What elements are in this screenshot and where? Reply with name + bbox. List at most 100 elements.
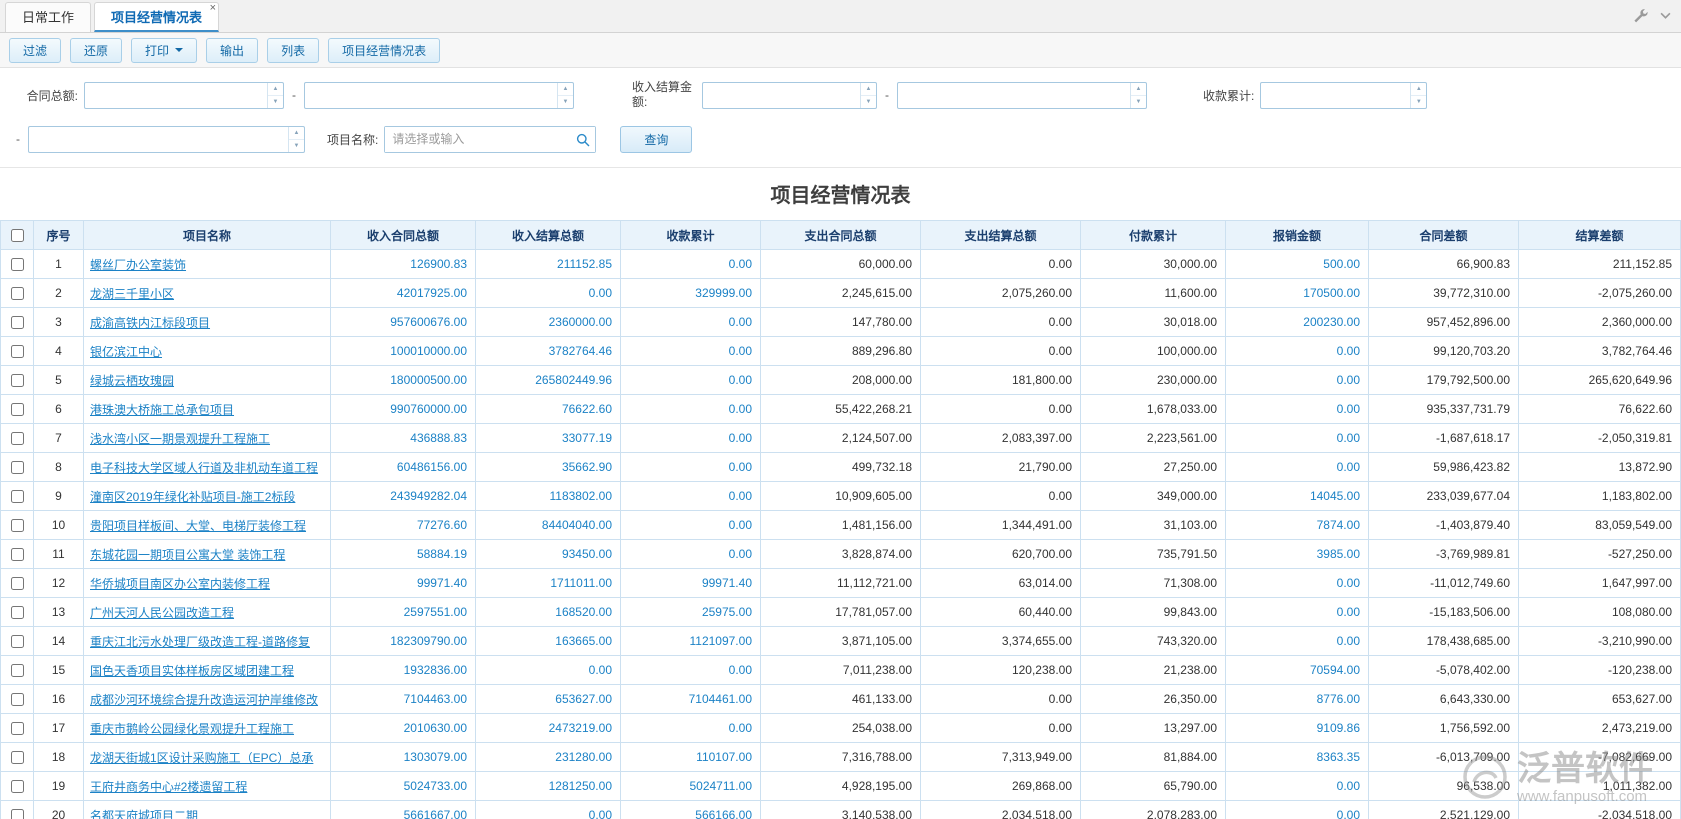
cell-income-settlement-total[interactable]: 76622.60: [475, 394, 621, 424]
cell-income-settlement-total[interactable]: 84404040.00: [475, 510, 621, 540]
cell-reimbursement[interactable]: 0.00: [1225, 800, 1369, 819]
contract-total-max-input[interactable]: ▲ ▼: [304, 81, 574, 109]
cell-receipt-total[interactable]: 566166.00: [620, 800, 761, 819]
cell-reimbursement[interactable]: 0.00: [1225, 452, 1369, 482]
cell-income-contract-total[interactable]: 58884.19: [330, 539, 476, 569]
close-icon[interactable]: ×: [210, 3, 216, 14]
query-button[interactable]: 查询: [620, 125, 693, 153]
cell-project-name[interactable]: 港珠澳大桥施工总承包项目: [83, 394, 331, 424]
cell-income-settlement-total[interactable]: 0.00: [475, 278, 621, 308]
cell-reimbursement[interactable]: 0.00: [1225, 771, 1369, 801]
cell-receipt-total[interactable]: 0.00: [620, 423, 761, 453]
search-icon[interactable]: [576, 133, 590, 150]
cell-project-name[interactable]: 重庆江北污水处理厂级改造工程-道路修复: [83, 626, 331, 656]
cell-project-name[interactable]: 电子科技大学区域人行道及非机动车道工程: [83, 452, 331, 482]
cell-receipt-total[interactable]: 329999.00: [620, 278, 761, 308]
row-checkbox[interactable]: [10, 693, 24, 707]
cell-reimbursement[interactable]: 200230.00: [1225, 307, 1369, 337]
cell-project-name[interactable]: 成都沙河环境综合提升改造运河护岸维修改: [83, 684, 331, 714]
cell-reimbursement[interactable]: 9109.86: [1225, 713, 1369, 743]
report-view-button[interactable]: 项目经营情况表: [328, 37, 441, 63]
income-settlement-min-field[interactable]: [703, 82, 876, 108]
project-name-search-input[interactable]: [384, 125, 597, 153]
cell-receipt-total[interactable]: 0.00: [620, 481, 761, 511]
receipt-total-max-input[interactable]: ▲ ▼: [28, 125, 305, 153]
cell-income-settlement-total[interactable]: 0.00: [475, 800, 621, 819]
cell-income-settlement-total[interactable]: 265802449.96: [475, 365, 621, 395]
cell-income-contract-total[interactable]: 436888.83: [330, 423, 476, 453]
row-checkbox[interactable]: [10, 461, 24, 475]
row-checkbox[interactable]: [10, 780, 24, 794]
cell-project-name[interactable]: 螺丝厂办公室装饰: [83, 249, 331, 279]
cell-income-settlement-total[interactable]: 33077.19: [475, 423, 621, 453]
chevron-down-icon[interactable]: [1660, 12, 1671, 19]
cell-project-name[interactable]: 成渝高铁内江标段项目: [83, 307, 331, 337]
row-checkbox[interactable]: [10, 374, 24, 388]
row-checkbox[interactable]: [10, 403, 24, 417]
spinner-arrows-icon[interactable]: ▲ ▼: [288, 126, 304, 152]
cell-reimbursement[interactable]: 0.00: [1225, 626, 1369, 656]
cell-receipt-total[interactable]: 99971.40: [620, 568, 761, 598]
cell-income-settlement-total[interactable]: 3782764.46: [475, 336, 621, 366]
cell-income-settlement-total[interactable]: 93450.00: [475, 539, 621, 569]
cell-income-settlement-total[interactable]: 1183802.00: [475, 481, 621, 511]
cell-income-contract-total[interactable]: 5024733.00: [330, 771, 476, 801]
row-checkbox[interactable]: [10, 548, 24, 562]
cell-income-contract-total[interactable]: 77276.60: [330, 510, 476, 540]
cell-receipt-total[interactable]: 0.00: [620, 713, 761, 743]
row-checkbox[interactable]: [10, 635, 24, 649]
cell-income-contract-total[interactable]: 99971.40: [330, 568, 476, 598]
cell-income-contract-total[interactable]: 42017925.00: [330, 278, 476, 308]
row-checkbox[interactable]: [10, 722, 24, 736]
cell-reimbursement[interactable]: 8776.00: [1225, 684, 1369, 714]
cell-project-name[interactable]: 华侨城项目南区办公室内装修工程: [83, 568, 331, 598]
cell-project-name[interactable]: 银亿滨江中心: [83, 336, 331, 366]
cell-income-contract-total[interactable]: 2010630.00: [330, 713, 476, 743]
cell-project-name[interactable]: 东城花园一期项目公寓大堂 装饰工程: [83, 539, 331, 569]
cell-reimbursement[interactable]: 0.00: [1225, 365, 1369, 395]
contract-total-max-field[interactable]: [305, 82, 573, 108]
cell-income-contract-total[interactable]: 182309790.00: [330, 626, 476, 656]
cell-receipt-total[interactable]: 0.00: [620, 336, 761, 366]
cell-reimbursement[interactable]: 170500.00: [1225, 278, 1369, 308]
cell-receipt-total[interactable]: 0.00: [620, 394, 761, 424]
cell-receipt-total[interactable]: 25975.00: [620, 597, 761, 627]
row-checkbox[interactable]: [10, 606, 24, 620]
list-button[interactable]: 列表: [267, 37, 320, 63]
cell-reimbursement[interactable]: 0.00: [1225, 568, 1369, 598]
cell-income-settlement-total[interactable]: 0.00: [475, 655, 621, 685]
cell-project-name[interactable]: 名都天府城项目二期: [83, 800, 331, 819]
spinner-arrows-icon[interactable]: ▲ ▼: [1410, 82, 1427, 108]
row-checkbox[interactable]: [10, 577, 24, 591]
cell-income-settlement-total[interactable]: 2473219.00: [475, 713, 621, 743]
cell-income-settlement-total[interactable]: 168520.00: [475, 597, 621, 627]
cell-project-name[interactable]: 王府井商务中心#2楼遗留工程: [83, 771, 331, 801]
export-button[interactable]: 输出: [206, 37, 259, 63]
income-settlement-max-input[interactable]: ▲ ▼: [897, 81, 1147, 109]
cell-reimbursement[interactable]: 0.00: [1225, 597, 1369, 627]
cell-income-contract-total[interactable]: 180000500.00: [330, 365, 476, 395]
cell-reimbursement[interactable]: 0.00: [1225, 423, 1369, 453]
print-button[interactable]: 打印: [131, 37, 198, 63]
income-settlement-min-input[interactable]: ▲ ▼: [702, 81, 877, 109]
contract-total-min-field[interactable]: [85, 82, 283, 108]
receipt-total-min-field[interactable]: [1261, 82, 1427, 108]
spinner-arrows-icon[interactable]: ▲ ▼: [557, 82, 573, 108]
row-checkbox[interactable]: [10, 809, 24, 819]
cell-income-settlement-total[interactable]: 2360000.00: [475, 307, 621, 337]
receipt-total-min-input[interactable]: ▲ ▼: [1260, 81, 1428, 109]
restore-button[interactable]: 还原: [70, 37, 123, 63]
income-settlement-max-field[interactable]: [898, 82, 1146, 108]
cell-receipt-total[interactable]: 0.00: [620, 510, 761, 540]
cell-reimbursement[interactable]: 0.00: [1225, 336, 1369, 366]
cell-reimbursement[interactable]: 8363.35: [1225, 742, 1369, 772]
row-checkbox[interactable]: [10, 664, 24, 678]
spinner-arrows-icon[interactable]: ▲ ▼: [1130, 82, 1146, 108]
cell-income-contract-total[interactable]: 1303079.00: [330, 742, 476, 772]
cell-income-contract-total[interactable]: 990760000.00: [330, 394, 476, 424]
cell-reimbursement[interactable]: 14045.00: [1225, 481, 1369, 511]
settings-wrench-icon[interactable]: [1633, 8, 1648, 23]
project-name-field[interactable]: [385, 126, 596, 152]
cell-receipt-total[interactable]: 0.00: [620, 365, 761, 395]
row-checkbox[interactable]: [10, 258, 24, 272]
